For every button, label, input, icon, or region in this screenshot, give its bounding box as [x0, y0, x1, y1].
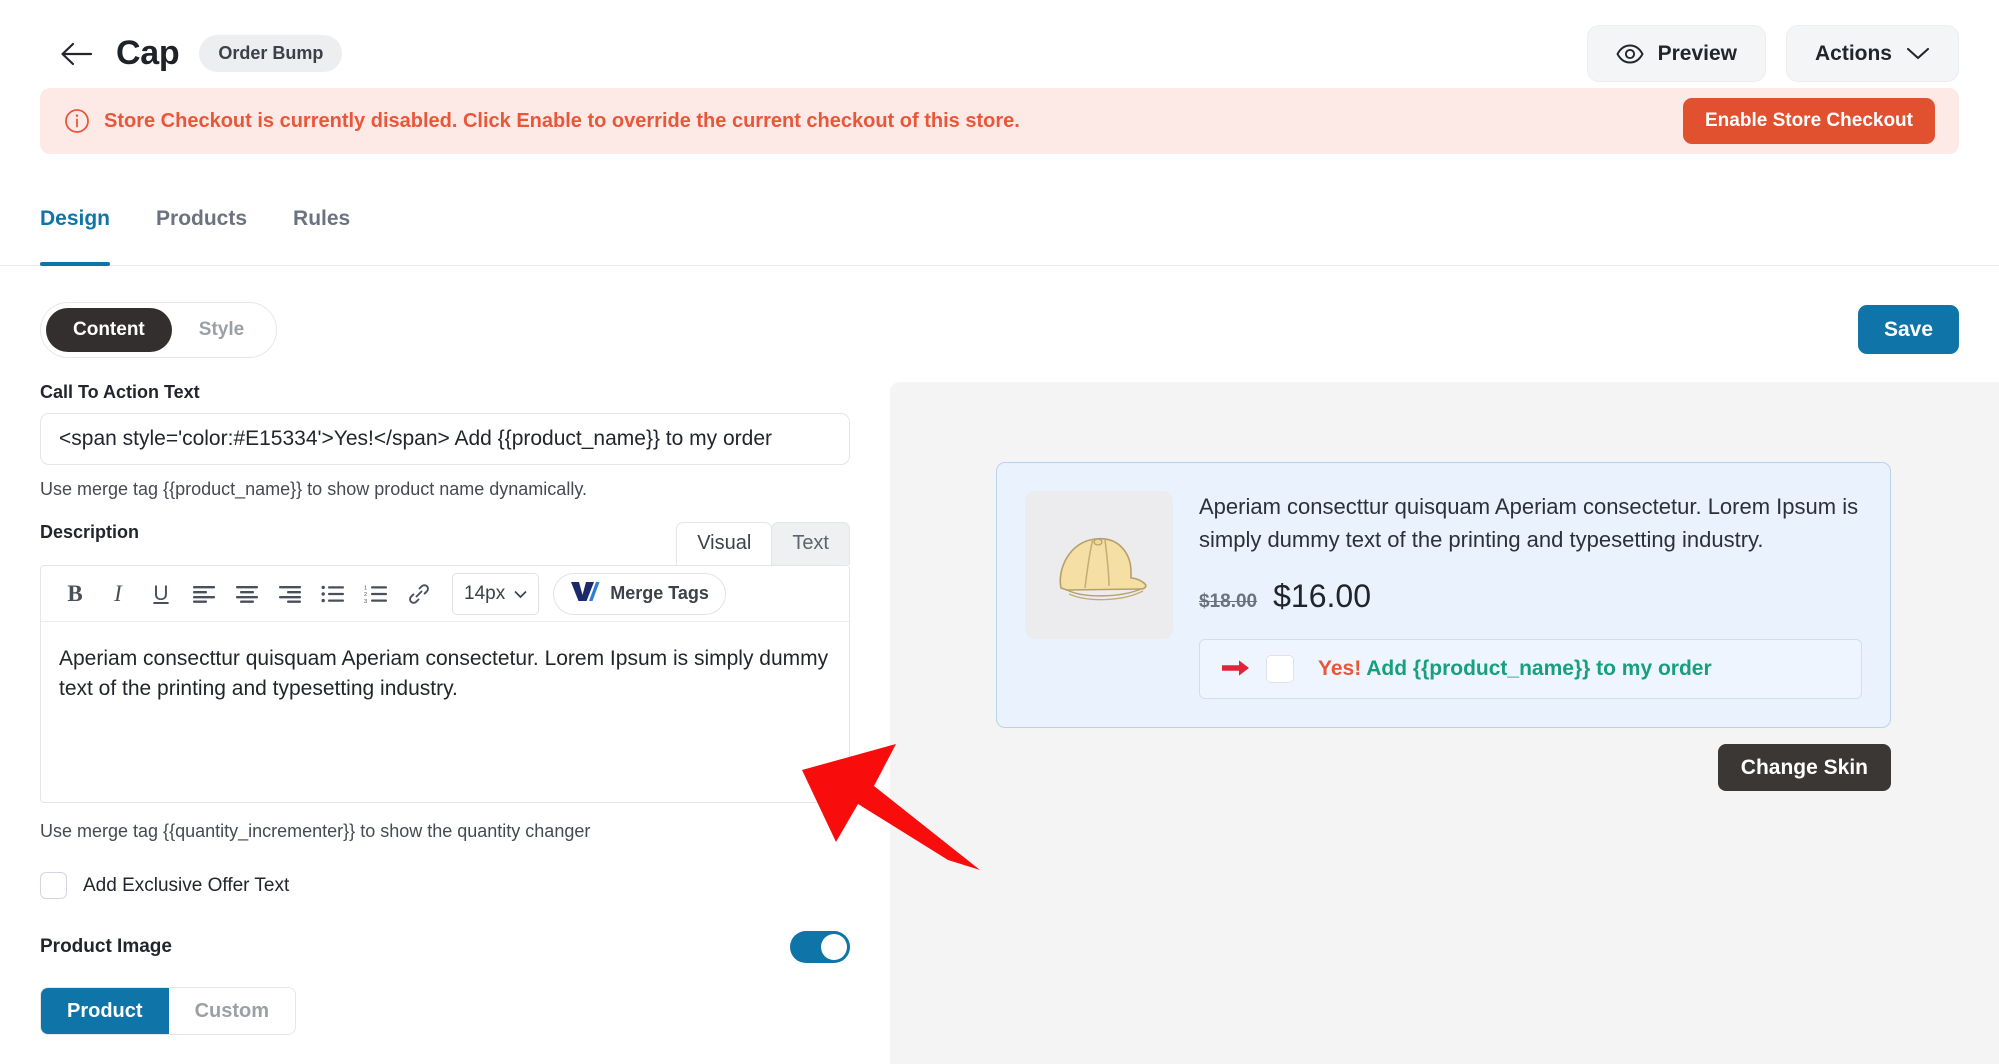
- store-checkout-alert: Store Checkout is currently disabled. Cl…: [40, 88, 1959, 154]
- merge-tags-button[interactable]: Merge Tags: [553, 572, 726, 615]
- align-right-icon[interactable]: [270, 574, 310, 614]
- description-editor: B I U 1 2 3 14px Merge Tags Aperiam cons…: [40, 565, 850, 803]
- preview-price-original: $18.00: [1199, 591, 1258, 613]
- product-image-label: Product Image: [40, 936, 172, 957]
- link-icon[interactable]: [399, 574, 439, 614]
- preview-cta-text: Yes! Add {{product_name}} to my order: [1318, 657, 1712, 681]
- design-form: Call To Action Text Use merge tag {{prod…: [40, 382, 850, 1035]
- editor-mode-tabs: Visual Text: [676, 522, 850, 565]
- preview-description: Aperiam consecttur quisquam Aperiam cons…: [1199, 494, 1859, 552]
- align-center-icon[interactable]: [227, 574, 267, 614]
- actions-button-label: Actions: [1814, 41, 1892, 65]
- editor-tab-text[interactable]: Text: [771, 522, 850, 565]
- tab-design[interactable]: Design: [40, 207, 111, 266]
- preview-cta-checkbox[interactable]: [1266, 655, 1294, 684]
- app-root: Cap Order Bump Preview Actions Store Che…: [0, 0, 1999, 1064]
- tab-rules[interactable]: Rules: [293, 207, 350, 265]
- preview-button-label: Preview: [1657, 41, 1737, 65]
- tab-products[interactable]: Products: [156, 207, 247, 265]
- exclusive-offer-label: Add Exclusive Offer Text: [83, 874, 290, 896]
- underline-icon[interactable]: U: [141, 574, 181, 614]
- arrow-right-icon: [1222, 657, 1250, 682]
- main-tabs: Design Products Rules: [0, 207, 1999, 266]
- cta-text-label: Call To Action Text: [40, 382, 200, 402]
- merge-tags-label: Merge Tags: [610, 583, 709, 603]
- back-arrow-icon[interactable]: [54, 32, 98, 76]
- bullet-list-icon[interactable]: [313, 574, 353, 614]
- product-image-row: Product Image: [40, 931, 850, 963]
- svg-text:1: 1: [364, 585, 367, 591]
- description-textarea[interactable]: Aperiam consecttur quisquam Aperiam cons…: [41, 622, 849, 802]
- image-source-toggle: Product Custom: [40, 987, 297, 1035]
- font-size-select[interactable]: 14px: [452, 572, 540, 615]
- preview-cta-yes: Yes!: [1318, 657, 1362, 681]
- eye-icon: [1616, 44, 1644, 64]
- cta-helper-text: Use merge tag {{product_name}} to show p…: [40, 479, 587, 499]
- preview-price-row: $18.00 $16.00: [1199, 578, 1862, 615]
- cap-product-image: [1025, 491, 1173, 639]
- description-helper-text: Use merge tag {{quantity_incrementer}} t…: [40, 821, 591, 841]
- header-actions: Preview Actions: [1586, 25, 1959, 82]
- preview-price-current: $16.00: [1273, 578, 1371, 615]
- preview-card-body: Aperiam consecttur quisquam Aperiam cons…: [1199, 491, 1862, 700]
- content-style-toggle: Content Style: [40, 302, 278, 358]
- segment-content[interactable]: Content: [46, 308, 172, 352]
- image-source-product[interactable]: Product: [41, 988, 169, 1034]
- exclusive-offer-checkbox[interactable]: [40, 872, 67, 899]
- enable-store-checkout-button[interactable]: Enable Store Checkout: [1683, 98, 1935, 144]
- svg-text:3: 3: [364, 598, 367, 602]
- chevron-down-icon: [1906, 46, 1930, 61]
- status-badge: Order Bump: [199, 35, 343, 72]
- exclusive-offer-row: Add Exclusive Offer Text: [40, 872, 850, 899]
- product-image-toggle[interactable]: [790, 931, 850, 963]
- info-circle-icon: [64, 108, 90, 134]
- italic-icon[interactable]: I: [98, 574, 138, 614]
- segment-style[interactable]: Style: [172, 308, 271, 352]
- preview-cta-rest: Add {{product_name}} to my order: [1366, 657, 1712, 681]
- preview-cta-row[interactable]: Yes! Add {{product_name}} to my order: [1199, 639, 1862, 700]
- cta-text-input[interactable]: [40, 413, 850, 465]
- merge-tags-logo-icon: [570, 579, 600, 608]
- chevron-down-icon: [514, 583, 527, 605]
- order-bump-preview-card: Aperiam consecttur quisquam Aperiam cons…: [996, 462, 1891, 729]
- numbered-list-icon[interactable]: 1 2 3: [356, 574, 396, 614]
- change-skin-button[interactable]: Change Skin: [1717, 744, 1891, 791]
- description-header: Description Visual Text: [40, 522, 850, 565]
- align-left-icon[interactable]: [184, 574, 224, 614]
- editor-tab-visual[interactable]: Visual: [676, 522, 773, 565]
- save-button[interactable]: Save: [1857, 305, 1959, 354]
- alert-message: Store Checkout is currently disabled. Cl…: [104, 109, 1020, 132]
- preview-button[interactable]: Preview: [1586, 25, 1766, 82]
- actions-button[interactable]: Actions: [1785, 25, 1959, 82]
- toggle-knob: [821, 934, 847, 960]
- bold-icon[interactable]: B: [55, 574, 95, 614]
- svg-text:2: 2: [364, 592, 367, 598]
- preview-panel: Aperiam consecttur quisquam Aperiam cons…: [890, 382, 1999, 1064]
- editor-toolbar: B I U 1 2 3 14px Merge Tags: [41, 566, 849, 622]
- page-title: Cap: [116, 34, 180, 72]
- font-size-value: 14px: [464, 582, 506, 604]
- image-source-custom[interactable]: Custom: [168, 988, 296, 1034]
